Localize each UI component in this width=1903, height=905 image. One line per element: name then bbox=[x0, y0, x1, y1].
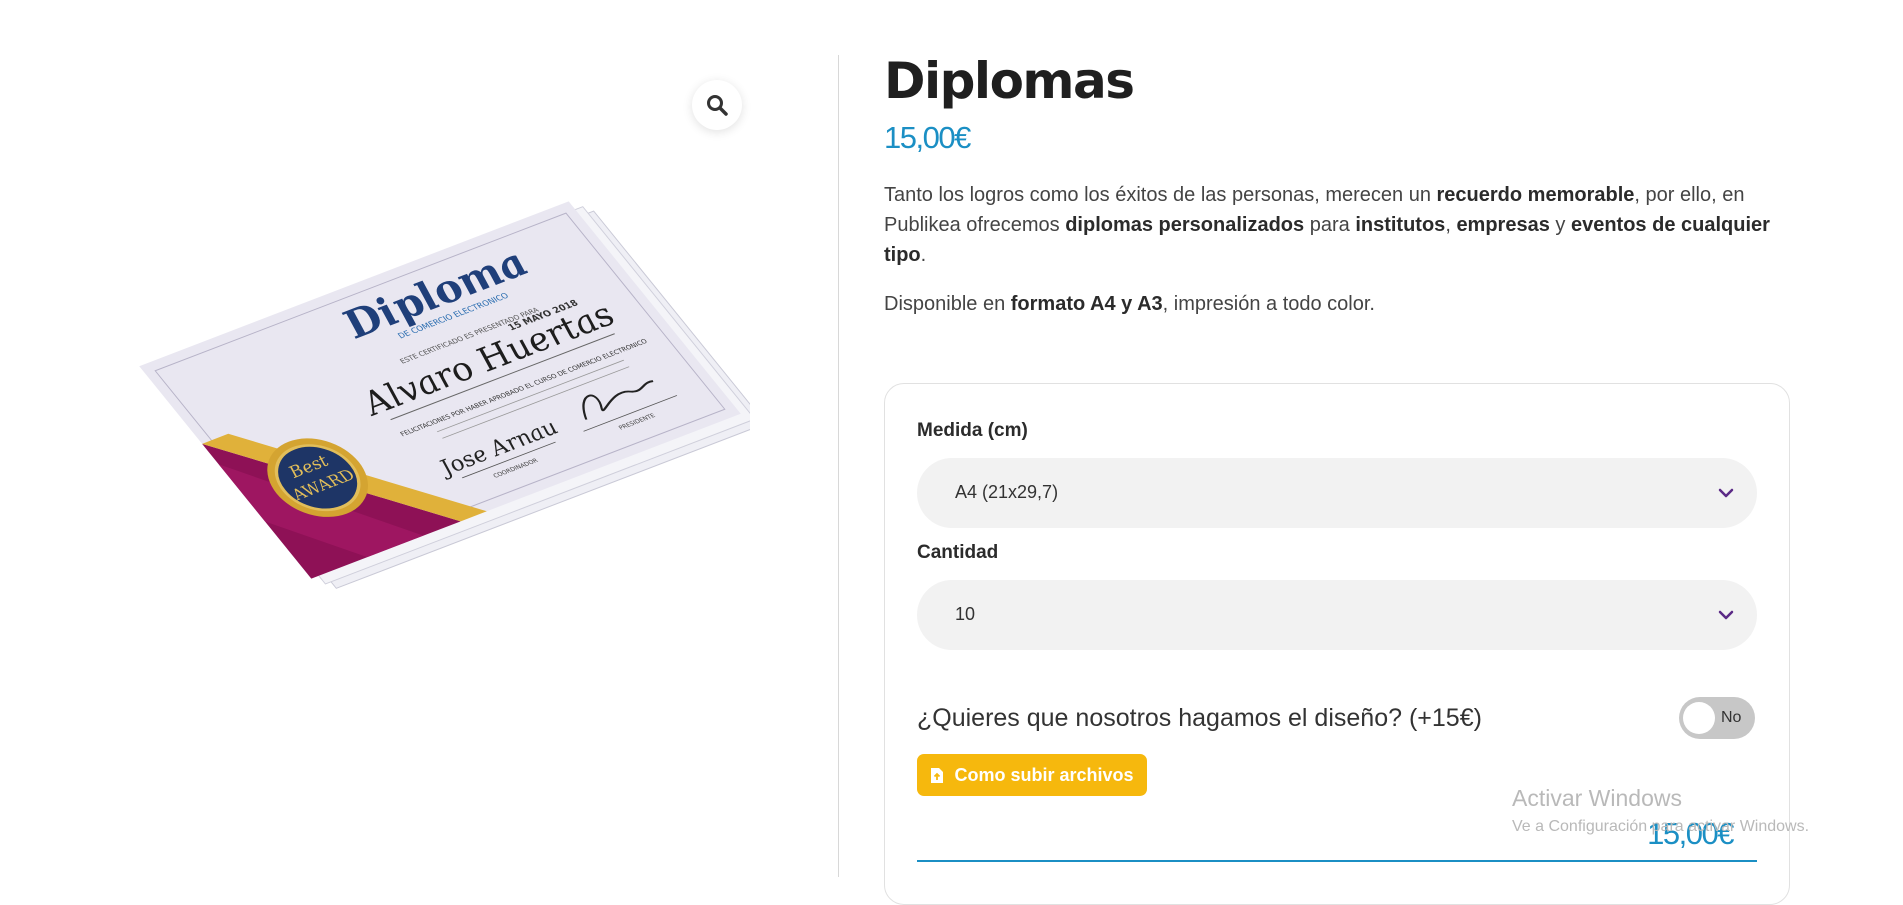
quantity-label: Cantidad bbox=[917, 542, 999, 563]
total-price-underline bbox=[917, 860, 1757, 862]
chevron-down-icon bbox=[1718, 488, 1734, 498]
design-service-question: ¿Quieres que nosotros hagamos el diseño?… bbox=[917, 704, 1482, 732]
watermark-title: Activar Windows bbox=[1512, 785, 1682, 811]
chevron-down-icon bbox=[1718, 610, 1734, 620]
upload-files-help-label: Como subir archivos bbox=[954, 764, 1134, 785]
windows-activation-watermark: Activar Windows Ve a Configuración para … bbox=[1512, 785, 1809, 836]
design-service-toggle[interactable]: No bbox=[1679, 697, 1755, 739]
description-paragraph-2: Disponible en formato A4 y A3, impresión… bbox=[884, 293, 1375, 315]
quantity-select-value: 10 bbox=[955, 604, 976, 624]
size-label: Medida (cm) bbox=[917, 420, 1028, 441]
product-price: 15,00€ bbox=[884, 120, 971, 155]
toggle-knob bbox=[1683, 702, 1715, 734]
quantity-select[interactable]: 10 bbox=[917, 580, 1757, 650]
column-divider bbox=[838, 55, 839, 877]
watermark-subtitle: Ve a Configuración para activar Windows. bbox=[1512, 818, 1810, 835]
size-select-value: A4 (21x29,7) bbox=[955, 482, 1059, 502]
file-upload-icon bbox=[931, 767, 944, 783]
zoom-button[interactable] bbox=[692, 80, 742, 130]
product-gallery: Best AWARD Diploma DE COMERCIO ELECTRONI… bbox=[0, 0, 838, 877]
magnifier-icon bbox=[707, 95, 728, 116]
upload-files-help-button[interactable]: Como subir archivos bbox=[917, 754, 1147, 796]
product-description: Tanto los logros como los éxitos de las … bbox=[884, 180, 1784, 338]
description-paragraph-1: Tanto los logros como los éxitos de las … bbox=[884, 184, 1770, 266]
diploma-product-image[interactable]: Best AWARD Diploma DE COMERCIO ELECTRONI… bbox=[130, 180, 750, 600]
product-title: Diplomas bbox=[884, 52, 1135, 110]
size-select[interactable]: A4 (21x29,7) bbox=[917, 458, 1757, 528]
toggle-state-label: No bbox=[1721, 709, 1742, 726]
